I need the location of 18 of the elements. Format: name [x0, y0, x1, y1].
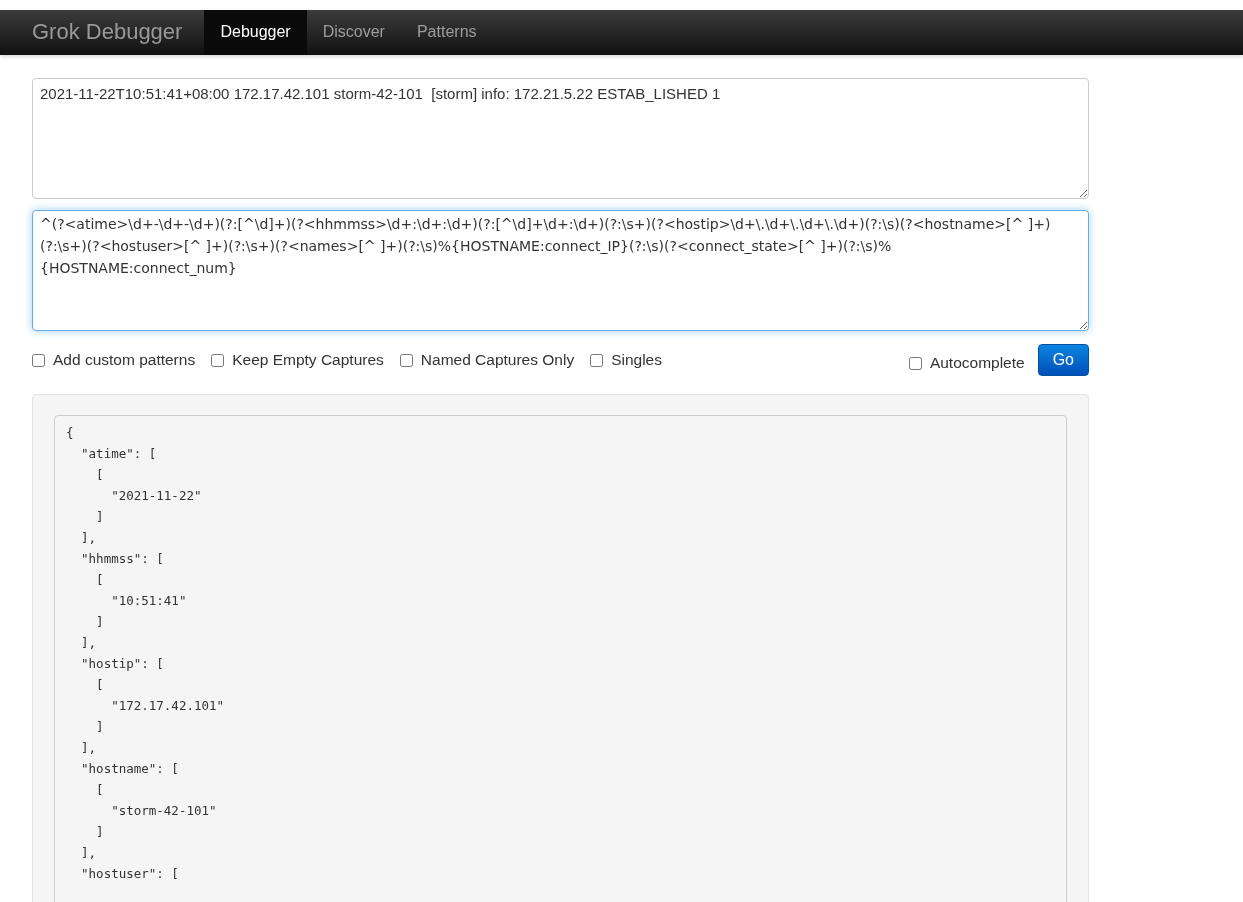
go-button[interactable]: Go	[1037, 344, 1089, 376]
log-input-field[interactable]: 2021-11-22T10:51:41+08:00 172.17.42.101 storm-42-101 [storm] info: 172.21.5.22 ESTAB_LISHED 1	[32, 78, 1089, 199]
option-checkbox[interactable]	[590, 353, 604, 367]
option-checkbox[interactable]	[32, 353, 45, 367]
option-checkbox[interactable]	[211, 353, 225, 367]
option-checkbox[interactable]	[399, 353, 413, 367]
option-label: Named Captures Only	[420, 351, 575, 369]
app-title[interactable]: Grok Debugger	[32, 10, 183, 55]
autocomplete-label: Autocomplete	[929, 354, 1025, 372]
autocomplete-checkbox[interactable]	[908, 356, 922, 370]
nav-tab[interactable]: Debugger	[204, 10, 307, 55]
option-label: Keep Empty Captures	[232, 351, 384, 369]
option-label: Add custom patterns	[53, 351, 196, 369]
option-label: Singles	[611, 351, 662, 369]
json-output: { "atime": [ [ "2021-11-22" ] ], "hhmmss": [ [ "10:51:41" ] ], "hostip": [ [ "172.17.42.101" ] ], "hostname": [ [ "storm-42-101" ] ], "hostuser": [	[54, 415, 1067, 902]
nav-tab[interactable]: Patterns	[400, 10, 493, 55]
pattern-input-field[interactable]: ^(?<atime>\d+-\d+-\d+)(?:[^\d]+)(?<hhmmss>\d+:\d+:\d+)(?:[^\d]+\d+:\d+)(?:\s+)(?<hostip>\d+\.\d+\.\d+\.\d+)(?:\s)(?<hostname>[^ ]+)(?:\s+)(?<hostuser>[^ ]+)(?:\s+)(?<names>[^ ]+)(?:\s)%{HOSTNAME:connect_IP}(?:\s)(?<connect_state>[^ ]+)(?:\s)%{HOSTNAME:connect_num}	[32, 210, 1089, 331]
nav-tab[interactable]: Discover	[306, 10, 401, 55]
